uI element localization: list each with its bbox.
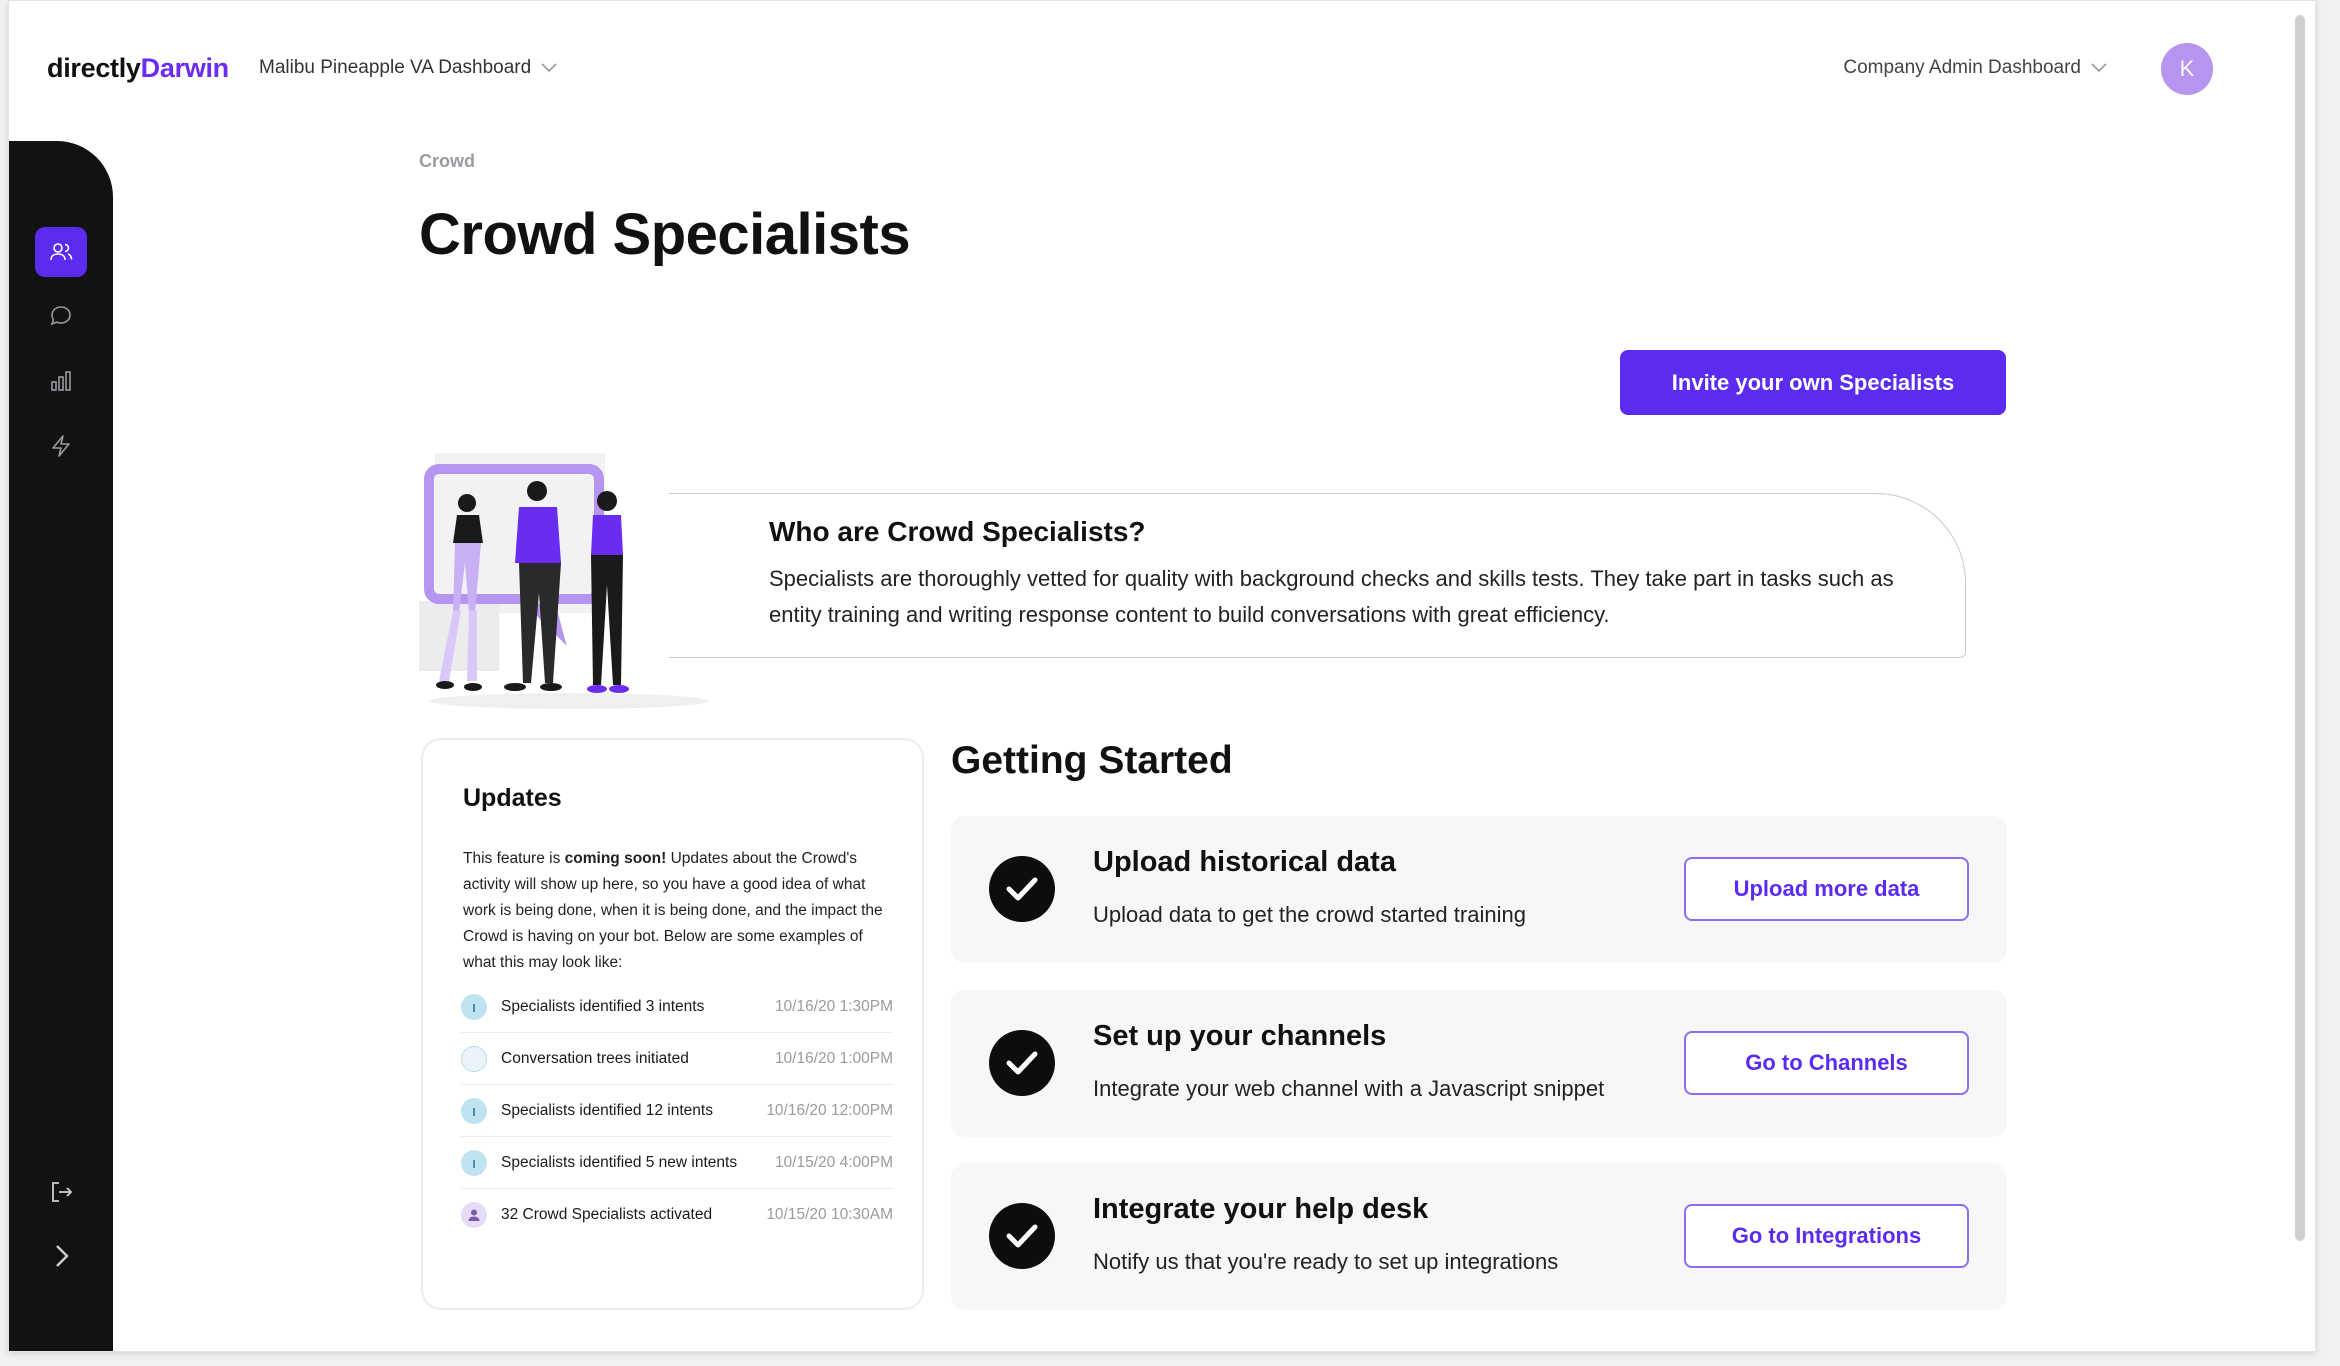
update-text: Conversation trees initiated [501, 1049, 689, 1067]
getting-started-title: Getting Started [951, 739, 1233, 782]
update-text: Specialists identified 12 intents [501, 1101, 713, 1119]
sidebar-item-crowd[interactable] [35, 227, 87, 277]
chevron-right-icon [56, 1245, 69, 1267]
step-card-channels: Set up your channels Integrate your web … [951, 990, 2007, 1137]
intro-text: Updates about the Crowd's activity will … [463, 850, 883, 971]
user-avatar[interactable]: K [2161, 43, 2213, 95]
intro-text: This feature is [463, 850, 565, 867]
step-card-integrations: Integrate your help desk Notify us that … [951, 1163, 2007, 1310]
check-circle-icon [989, 1030, 1055, 1096]
sidebar-item-conversations[interactable] [35, 291, 87, 341]
update-time: 10/16/20 1:30PM [774, 997, 893, 1015]
who-description: Specialists are thoroughly vetted for qu… [769, 566, 1894, 627]
project-selector[interactable]: Malibu Pineapple VA Dashboard [259, 57, 557, 79]
tree-icon [461, 1045, 487, 1072]
update-time: 10/16/20 1:00PM [774, 1049, 893, 1067]
chevron-down-icon [2091, 63, 2107, 73]
step-title: Integrate your help desk [1093, 1193, 1429, 1225]
update-text: 32 Crowd Specialists activated [501, 1206, 713, 1223]
bar-chart-icon [51, 371, 71, 391]
updates-list: Specialists identified 3 intents 10/16/2… [461, 981, 893, 1241]
update-text: Specialists identified 5 new intents [501, 1153, 738, 1171]
chevron-down-icon [541, 63, 557, 73]
step-subtitle: Upload data to get the crowd started tra… [1093, 902, 1526, 927]
step-subtitle: Notify us that you're ready to set up in… [1093, 1249, 1559, 1274]
specialists-illustration [419, 453, 709, 709]
update-time: 10/15/20 4:00PM [774, 1153, 893, 1171]
updates-panel: Updates This feature is coming soon! Upd… [421, 738, 924, 1310]
vertical-scrollbar[interactable] [2295, 15, 2305, 1241]
person-icon [461, 1202, 487, 1228]
go-to-integrations-button[interactable]: Go to Integrations [1684, 1204, 1969, 1268]
info-icon [461, 1097, 487, 1124]
chat-icon [50, 306, 71, 326]
logout-icon [52, 1182, 73, 1202]
update-time: 10/15/20 10:30AM [766, 1206, 893, 1223]
list-item: Specialists identified 12 intents 10/16/… [461, 1085, 893, 1137]
logout-button[interactable] [35, 1167, 87, 1217]
person-right [587, 491, 629, 693]
admin-selector-label: Company Admin Dashboard [1843, 57, 2081, 78]
page-title: Crowd Specialists [419, 202, 911, 267]
project-selector-label: Malibu Pineapple VA Dashboard [259, 57, 532, 78]
logo-suffix: Darwin [140, 53, 230, 83]
list-item: Conversation trees initiated 10/16/20 1:… [461, 1033, 893, 1085]
updates-intro: This feature is coming soon! Updates abo… [463, 846, 893, 976]
sidebar [9, 141, 113, 1351]
app-window: directlyDarwin Malibu Pineapple VA Dashb… [8, 0, 2316, 1352]
users-icon [50, 243, 73, 261]
step-title: Upload historical data [1093, 846, 1396, 878]
list-item: Specialists identified 5 new intents 10/… [461, 1137, 893, 1189]
list-item: Specialists identified 3 intents 10/16/2… [461, 981, 893, 1033]
update-time: 10/16/20 12:00PM [766, 1101, 893, 1119]
step-card-upload: Upload historical data Upload data to ge… [951, 816, 2007, 963]
breadcrumb[interactable]: Crowd [419, 151, 475, 172]
updates-title: Updates [463, 784, 562, 812]
lightning-icon [52, 435, 70, 457]
go-to-channels-button[interactable]: Go to Channels [1684, 1031, 1969, 1095]
directly-darwin-logo[interactable]: directlyDarwin [47, 53, 229, 84]
step-title: Set up your channels [1093, 1020, 1387, 1052]
intro-emphasis: coming soon! [564, 850, 667, 867]
admin-dashboard-selector[interactable]: Company Admin Dashboard [1843, 57, 2107, 79]
expand-sidebar-button[interactable] [35, 1231, 87, 1281]
upload-more-data-button[interactable]: Upload more data [1684, 857, 1969, 921]
info-icon [461, 993, 487, 1020]
list-item: 32 Crowd Specialists activated 10/15/20 … [461, 1189, 893, 1241]
sidebar-item-automations[interactable] [35, 421, 87, 471]
sidebar-item-analytics[interactable] [35, 356, 87, 406]
invite-specialists-button[interactable]: Invite your own Specialists [1620, 350, 2006, 415]
step-subtitle: Integrate your web channel with a Javasc… [1093, 1076, 1605, 1101]
who-title: Who are Crowd Specialists? [769, 516, 1146, 547]
check-circle-icon [989, 1203, 1055, 1269]
info-icon [461, 1149, 487, 1176]
update-text: Specialists identified 3 intents [501, 997, 705, 1015]
logo-prefix: directly [47, 53, 141, 83]
check-circle-icon [989, 856, 1055, 922]
